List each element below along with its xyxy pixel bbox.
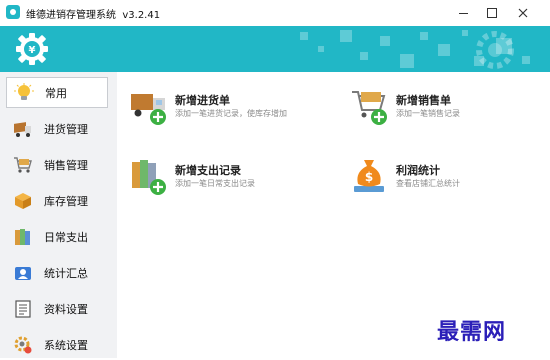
site-watermark: 最需网 — [437, 319, 507, 345]
sidebar-item-label: 系统设置 — [44, 338, 88, 352]
decor-square — [318, 46, 324, 52]
close-icon — [518, 8, 528, 18]
close-button[interactable] — [506, 0, 540, 26]
cart-add-icon — [352, 91, 387, 125]
new-sales-card[interactable]: 新增销售单 添加一笔销售记录 — [350, 86, 540, 132]
sidebar-item-label: 进货管理 — [44, 122, 88, 136]
window-title-text: 维德进销存管理系统 — [26, 10, 116, 21]
sidebar-item-common[interactable]: 常用 — [6, 77, 108, 108]
sidebar-item-inventory[interactable]: 库存管理 — [6, 185, 108, 216]
decor-square — [300, 32, 308, 40]
shopping-cart-icon — [12, 154, 34, 176]
minimize-icon — [458, 12, 468, 14]
sidebar-item-sales[interactable]: 销售管理 — [6, 149, 108, 180]
app-logo-icon — [6, 5, 20, 19]
lightbulb-icon — [13, 82, 35, 104]
sidebar: 常用 进货管理 销售管理 库存管理 日常支出 统计汇总 资料设置 系统设置 — [0, 72, 117, 358]
sidebar-item-statistics[interactable]: 统计汇总 — [6, 257, 108, 288]
binders-add-icon — [132, 160, 166, 195]
svg-text:$: $ — [365, 170, 373, 184]
card-title: 新增进货单 — [175, 94, 230, 107]
header-banner: ¥ — [0, 26, 550, 72]
maximize-icon — [487, 8, 497, 18]
new-expense-card[interactable]: 新增支出记录 添加一笔日常支出记录 — [129, 156, 319, 202]
title-bar: 维德进销存管理系统 v3.2.41 — [0, 0, 550, 27]
profit-statistics-card[interactable]: $ 利润统计 查看店铺汇总统计 — [350, 156, 540, 202]
maximize-button[interactable] — [475, 0, 509, 26]
new-purchase-card[interactable]: 新增进货单 添加一笔进货记录，使库存增加 — [129, 86, 319, 132]
sidebar-item-purchase[interactable]: 进货管理 — [6, 113, 108, 144]
card-description: 添加一笔进货记录，使库存增加 — [175, 109, 287, 118]
document-icon — [12, 298, 34, 320]
sidebar-item-data-settings[interactable]: 资料设置 — [6, 293, 108, 324]
currency-gear-icon: ¥ — [16, 33, 48, 65]
card-description: 添加一笔日常支出记录 — [175, 179, 255, 188]
truck-icon — [12, 118, 34, 140]
sidebar-item-label: 销售管理 — [44, 158, 88, 172]
card-title: 新增销售单 — [396, 94, 451, 107]
window-title: 维德进销存管理系统 v3.2.41 — [26, 6, 160, 21]
decor-gear-icon — [476, 31, 514, 69]
decor-square — [340, 30, 352, 42]
svg-text:¥: ¥ — [29, 45, 36, 56]
sidebar-item-system-settings[interactable]: 系统设置 — [6, 329, 108, 360]
truck-add-icon — [131, 94, 166, 125]
sidebar-item-label: 统计汇总 — [44, 266, 88, 280]
decor-square — [420, 32, 428, 40]
sidebar-item-daily-expense[interactable]: 日常支出 — [6, 221, 108, 252]
money-bag-icon: $ — [354, 160, 384, 192]
sidebar-item-label: 日常支出 — [44, 230, 88, 244]
gear-icon — [12, 334, 34, 356]
card-title: 利润统计 — [396, 164, 440, 177]
sidebar-item-label: 常用 — [45, 86, 67, 100]
card-description: 查看店铺汇总统计 — [396, 179, 460, 188]
card-description: 添加一笔销售记录 — [396, 109, 460, 118]
decor-square — [400, 54, 414, 68]
sidebar-item-label: 库存管理 — [44, 194, 88, 208]
chart-user-icon — [12, 262, 34, 284]
decor-square — [380, 36, 390, 46]
decor-square — [438, 44, 450, 56]
card-title: 新增支出记录 — [175, 164, 241, 177]
window-version: v3.2.41 — [122, 10, 161, 21]
binders-icon — [12, 226, 34, 248]
sidebar-item-label: 资料设置 — [44, 302, 88, 316]
decor-square — [360, 52, 368, 60]
box-icon — [12, 190, 34, 212]
